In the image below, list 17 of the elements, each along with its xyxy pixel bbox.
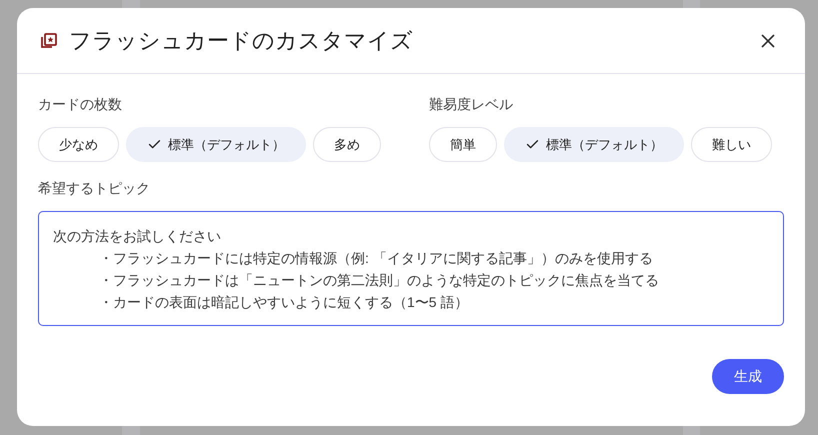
option-chip[interactable]: 簡単 (429, 127, 497, 162)
field-text: ・フラッシュカードは「ニュートンの第二法則」のような特定のトピックに焦点を当てる (98, 271, 660, 290)
flashcard-icon (39, 30, 59, 50)
dialog-title: フラッシュカードのカスタマイズ (69, 26, 414, 54)
section-label: 難易度レベル (429, 96, 514, 114)
generate-button[interactable]: 生成 (712, 359, 784, 394)
topics-field[interactable]: 次の方法をお試しください ・フラッシュカードには特定の情報源（例: 「イタリアに関する記事」）のみを使用する ・フラッシュカードは「ニュートンの第二法則」のような特定のトピックに焦点を当てる ・カードの表面は暗記しやすいように短くする（1〜5 語） (38, 211, 784, 326)
field-text: 次の方法をお試しください (53, 227, 222, 246)
field-text: ・フラッシュカードには特定の情報源（例: 「イタリアに関する記事」）のみを使用する (98, 249, 654, 268)
option-chip[interactable]: 標準（デフォルト） (126, 127, 306, 162)
option-chip[interactable]: 少なめ (38, 127, 119, 162)
option-chip[interactable]: 難しい (691, 127, 772, 162)
field-text: ・カードの表面は暗記しやすいように短くする（1〜5 語） (98, 293, 470, 312)
section-label: 希望するトピック (38, 180, 151, 198)
section-label: カードの枚数 (38, 96, 123, 114)
option-chip[interactable]: 多め (313, 127, 381, 162)
option-chip[interactable]: 標準（デフォルト） (504, 127, 684, 162)
